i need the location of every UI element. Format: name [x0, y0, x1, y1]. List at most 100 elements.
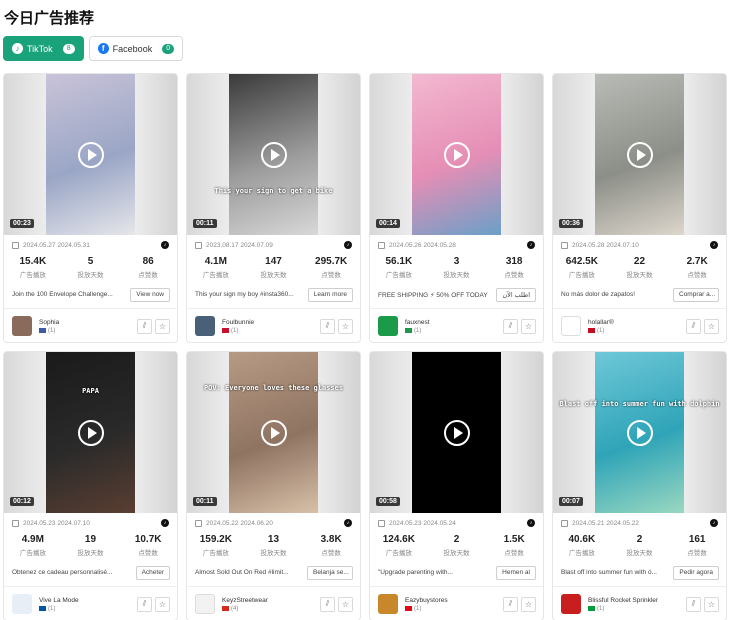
- advertiser-info: fauxnest (1): [405, 319, 500, 334]
- analytics-icon[interactable]: ⫽: [686, 318, 701, 334]
- advertiser-name[interactable]: Vive La Mode: [39, 597, 134, 604]
- play-icon[interactable]: [260, 141, 287, 168]
- video-thumbnail[interactable]: 00:58: [370, 352, 543, 513]
- ad-card[interactable]: PAPA 00:12 2024.05.23 2024.07.10 ♪ 4.9M …: [3, 351, 178, 620]
- stat-likes: 318 点赞数: [485, 256, 543, 279]
- ad-card[interactable]: 00:23 2024.05.27 2024.05.31 ♪ 15.4K 广告播放…: [3, 73, 178, 343]
- video-thumbnail[interactable]: 00:36: [553, 74, 726, 235]
- play-icon[interactable]: [443, 419, 470, 446]
- advertiser-name[interactable]: Blissful Rocket Sprinkler: [588, 597, 683, 604]
- analytics-icon[interactable]: ⫽: [503, 596, 518, 612]
- end-date: 2024.06.20: [240, 519, 273, 527]
- advertiser-name[interactable]: holallar®: [588, 319, 683, 326]
- advertiser-name[interactable]: Eazybuystores: [405, 597, 500, 604]
- play-icon[interactable]: [260, 419, 287, 446]
- thumbnail-blur-right: [318, 352, 360, 513]
- avatar[interactable]: [195, 594, 215, 614]
- ad-card[interactable]: This your sign to get a bike 00:11 2023.…: [186, 73, 361, 343]
- tab-count-badge: 0: [162, 43, 175, 54]
- analytics-icon[interactable]: ⫽: [320, 318, 335, 334]
- ad-card[interactable]: 00:58 2024.05.23 2024.05.24 ♪ 124.6K 广告播…: [369, 351, 544, 620]
- cta-button[interactable]: Pedir agora: [673, 565, 719, 580]
- date-range: 2024.05.22 2024.06.20 ♪: [195, 518, 352, 528]
- analytics-icon[interactable]: ⫽: [320, 596, 335, 612]
- stat-label: 广告播放: [385, 272, 412, 279]
- thumbnail-blur-right: [501, 352, 543, 513]
- star-icon[interactable]: ☆: [338, 318, 353, 334]
- avatar[interactable]: [12, 594, 32, 614]
- stat-impressions: 40.6K 广告播放: [553, 534, 611, 557]
- star-icon[interactable]: ☆: [521, 596, 536, 612]
- stat-value: 22: [633, 256, 646, 267]
- advertiser-name[interactable]: Sophia: [39, 319, 134, 326]
- cta-button[interactable]: Comprar a...: [673, 287, 719, 302]
- analytics-icon[interactable]: ⫽: [137, 318, 152, 334]
- video-thumbnail[interactable]: Blast off into summer fun with dolphin 0…: [553, 352, 726, 513]
- star-icon[interactable]: ☆: [521, 318, 536, 334]
- advertiser-row: Vive La Mode (1) ⫽ ☆: [12, 593, 170, 615]
- video-caption: This your sign to get a bike: [214, 186, 333, 195]
- star-icon[interactable]: ☆: [704, 596, 719, 612]
- ad-description: Obtenez ce cadeau personnalisé...: [12, 569, 113, 576]
- play-icon[interactable]: [77, 141, 104, 168]
- stat-label: 广告播放: [568, 550, 595, 557]
- stat-label: 点赞数: [504, 272, 524, 279]
- date-range: 2024.05.23 2024.07.10 ♪: [12, 518, 169, 528]
- stat-value: 5: [87, 256, 94, 267]
- video-thumbnail[interactable]: 00:23: [4, 74, 177, 235]
- avatar[interactable]: [12, 316, 32, 336]
- video-thumbnail[interactable]: 00:14: [370, 74, 543, 235]
- avatar[interactable]: [378, 594, 398, 614]
- play-icon[interactable]: [626, 419, 653, 446]
- ad-card[interactable]: Blast off into summer fun with dolphin 0…: [552, 351, 727, 620]
- advertiser-name[interactable]: Foulbunnie: [222, 319, 317, 326]
- tab-tiktok[interactable]: ♪ TikTok 8: [3, 36, 84, 61]
- calendar-icon: [378, 519, 385, 527]
- cta-button[interactable]: Belanja se...: [307, 565, 353, 580]
- play-icon[interactable]: [626, 141, 653, 168]
- flag-icon: [222, 606, 229, 611]
- stat-label: 点赞数: [687, 550, 707, 557]
- tiktok-icon: ♪: [527, 519, 535, 527]
- cta-button[interactable]: اطلب الآن: [496, 287, 536, 302]
- avatar[interactable]: [561, 316, 581, 336]
- video-thumbnail[interactable]: This your sign to get a bike 00:11: [187, 74, 360, 235]
- star-icon[interactable]: ☆: [155, 596, 170, 612]
- star-icon[interactable]: ☆: [155, 318, 170, 334]
- analytics-icon[interactable]: ⫽: [137, 596, 152, 612]
- end-date: 2024.05.22: [606, 519, 639, 527]
- play-icon[interactable]: [443, 141, 470, 168]
- advertiser-region: (1): [588, 606, 683, 612]
- cta-button[interactable]: Acheter: [135, 565, 170, 580]
- video-thumbnail[interactable]: POV: Everyone loves these glasses 00:11: [187, 352, 360, 513]
- play-icon[interactable]: [77, 419, 104, 446]
- stat-impressions: 124.6K 广告播放: [370, 534, 428, 557]
- flag-icon: [588, 328, 595, 333]
- stat-label: 投放天数: [443, 272, 470, 279]
- cta-button[interactable]: Hemen al: [496, 565, 536, 580]
- advertiser-info: KeyzStreetwear (4): [222, 597, 317, 612]
- flag-icon: [405, 606, 412, 611]
- ad-card[interactable]: 00:14 2024.05.26 2024.05.28 ♪ 56.1K 广告播放…: [369, 73, 544, 343]
- advertiser-info: Foulbunnie (1): [222, 319, 317, 334]
- cta-button[interactable]: View now: [130, 287, 170, 302]
- tab-label: TikTok: [27, 43, 53, 54]
- advertiser-name[interactable]: fauxnest: [405, 319, 500, 326]
- tab-facebook[interactable]: f Facebook 0: [88, 36, 184, 61]
- star-icon[interactable]: ☆: [338, 596, 353, 612]
- region-count: (1): [48, 605, 56, 612]
- video-thumbnail[interactable]: PAPA 00:12: [4, 352, 177, 513]
- analytics-icon[interactable]: ⫽: [686, 596, 701, 612]
- avatar[interactable]: [195, 316, 215, 336]
- avatar[interactable]: [378, 316, 398, 336]
- ad-card[interactable]: POV: Everyone loves these glasses 00:11 …: [186, 351, 361, 620]
- stat-value: 124.6K: [382, 534, 415, 545]
- advertiser-name[interactable]: KeyzStreetwear: [222, 597, 317, 604]
- analytics-icon[interactable]: ⫽: [503, 318, 518, 334]
- stat-value: 1.5K: [503, 534, 525, 545]
- thumbnail-blur-left: [4, 74, 46, 235]
- avatar[interactable]: [561, 594, 581, 614]
- cta-button[interactable]: Learn more: [307, 287, 353, 302]
- ad-card[interactable]: 00:36 2024.05.28 2024.07.10 ♪ 642.5K 广告播…: [552, 73, 727, 343]
- star-icon[interactable]: ☆: [704, 318, 719, 334]
